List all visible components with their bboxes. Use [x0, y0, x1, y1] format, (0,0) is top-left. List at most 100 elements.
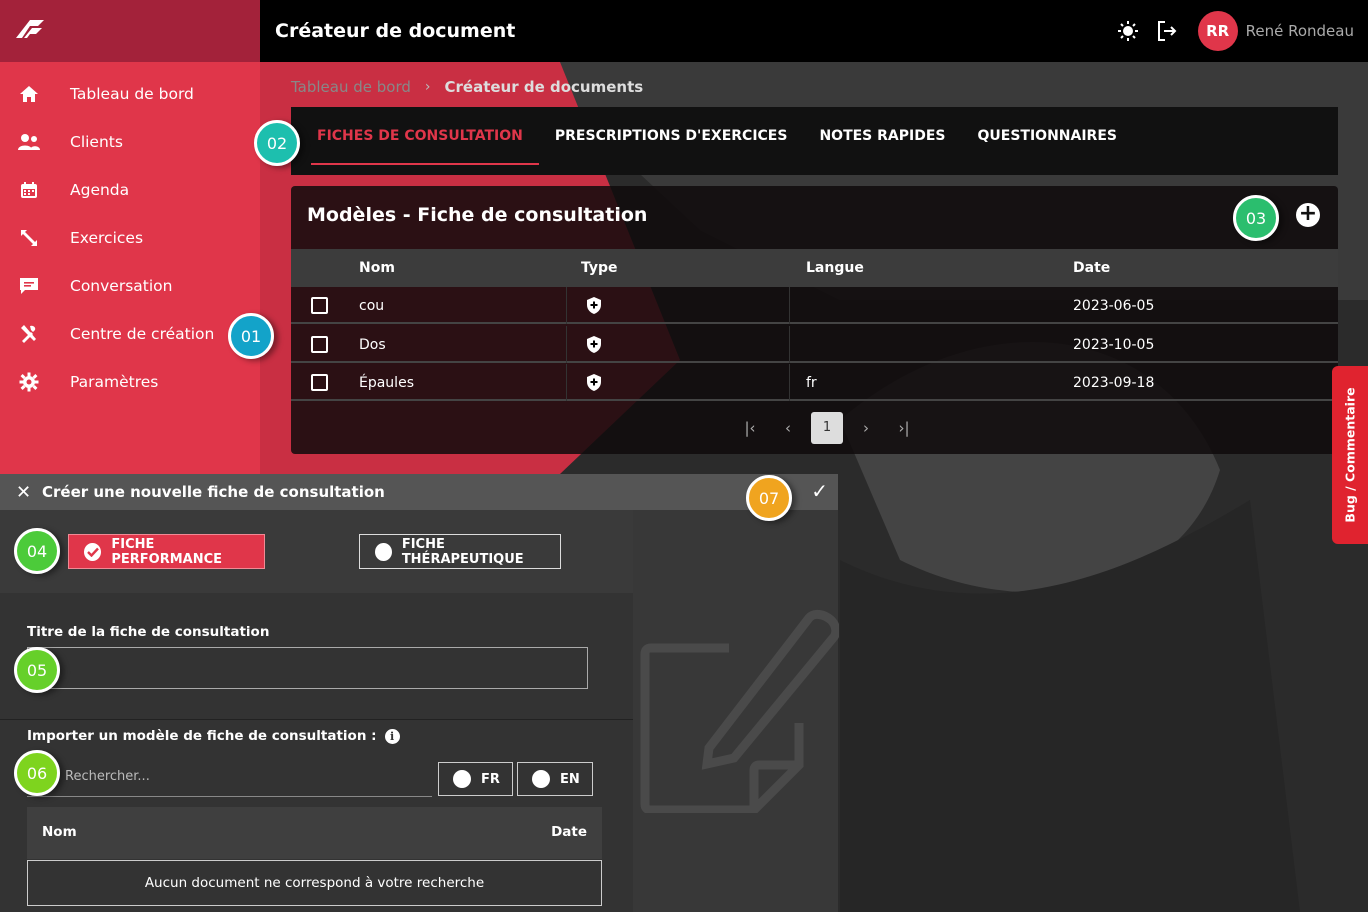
column-divider	[789, 287, 790, 324]
sidebar-item-label: Clients	[70, 133, 123, 151]
column-header-language[interactable]: Langue	[806, 249, 864, 287]
form-side-panel	[633, 510, 839, 912]
first-page-button[interactable]: |‹	[731, 419, 769, 437]
callout-marker-05-label: 05	[14, 647, 60, 693]
table-row[interactable]: Épaules fr 2023-09-18	[291, 364, 1338, 401]
new-form-body: FICHE PERFORMANCE FICHE THÉRAPEUTIQUE Ti…	[0, 510, 633, 912]
page-title: Créateur de document	[275, 20, 516, 42]
sidebar-item-label: Agenda	[70, 181, 130, 199]
row-checkbox[interactable]	[311, 374, 328, 391]
performance-type-label: FICHE PERFORMANCE	[111, 536, 223, 567]
new-form-header: ✕ Créer une nouvelle fiche de consultati…	[0, 474, 838, 510]
table-row[interactable]: cou 2023-06-05	[291, 287, 1338, 324]
row-name: Dos	[359, 337, 386, 353]
current-page-button[interactable]: 1	[811, 412, 843, 444]
title-field-label: Titre de la fiche de consultation	[27, 624, 270, 640]
breadcrumb-dashboard-link[interactable]: Tableau de bord	[291, 78, 411, 96]
callout-marker-06: 06	[14, 750, 60, 796]
breadcrumb: Tableau de bord › Créateur de documents	[291, 74, 643, 100]
sidebar-item-conversation[interactable]: Conversation	[0, 266, 260, 306]
row-date: 2023-10-05	[1073, 337, 1155, 353]
prev-page-button[interactable]: ‹	[769, 419, 807, 437]
edit-document-icon	[640, 609, 839, 813]
column-header-type[interactable]: Type	[581, 249, 618, 287]
avatar[interactable]: RR	[1197, 11, 1238, 51]
confirm-check-icon[interactable]: ✓	[811, 479, 828, 503]
language-en-label: EN	[560, 771, 580, 787]
row-name: cou	[359, 298, 385, 314]
shield-icon	[587, 336, 601, 353]
logout-icon[interactable]	[1155, 19, 1179, 43]
breadcrumb-current: Créateur de documents	[444, 78, 644, 96]
gear-icon	[16, 371, 42, 393]
column-header-name[interactable]: Nom	[359, 249, 395, 287]
topbar-actions: RR René Rondeau	[1116, 0, 1354, 62]
therapeutic-type-label: FICHE THÉRAPEUTIQUE	[401, 536, 524, 567]
next-page-button[interactable]: ›	[847, 419, 885, 437]
language-filter-en[interactable]: EN	[517, 762, 593, 796]
callout-marker-02-label: 02	[254, 120, 300, 166]
callout-marker-01: 01	[228, 313, 274, 359]
section-divider	[0, 719, 633, 720]
sidebar-item-exercises[interactable]: Exercices	[0, 218, 260, 258]
last-page-button[interactable]: ›|	[885, 419, 923, 437]
bug-feedback-tab[interactable]: Bug / Commentaire	[1332, 366, 1368, 544]
performance-type-button[interactable]: FICHE PERFORMANCE	[68, 534, 265, 569]
user-name[interactable]: René Rondeau	[1246, 22, 1354, 40]
import-column-name[interactable]: Nom	[42, 824, 77, 840]
logo-icon[interactable]	[14, 16, 46, 40]
pagination: |‹ ‹ 1 › ›|	[731, 412, 923, 444]
sidebar-item-creation-center[interactable]: Centre de création	[0, 314, 260, 354]
sidebar: Tableau de bord Clients Agenda Exercices…	[0, 62, 260, 474]
templates-panel: Modèles - Fiche de consultation + Nom Ty…	[291, 186, 1338, 454]
column-divider	[566, 364, 567, 401]
theme-toggle-sun-icon[interactable]	[1116, 19, 1140, 43]
language-filter-fr[interactable]: FR	[438, 762, 513, 796]
column-divider	[789, 364, 790, 401]
add-template-button[interactable]: +	[1296, 203, 1320, 227]
tab-consultation-forms[interactable]: FICHES DE CONSULTATION	[301, 107, 539, 165]
sidebar-item-label: Paramètres	[70, 373, 159, 391]
import-column-date[interactable]: Date	[551, 824, 587, 840]
sidebar-item-clients[interactable]: Clients	[0, 122, 260, 162]
row-date: 2023-06-05	[1073, 298, 1155, 314]
title-input[interactable]	[27, 647, 588, 689]
chat-icon	[16, 275, 42, 297]
row-date: 2023-09-18	[1073, 375, 1155, 391]
column-header-date[interactable]: Date	[1073, 249, 1110, 287]
sidebar-item-label: Tableau de bord	[70, 85, 194, 103]
import-label: Importer un modèle de fiche de consultat…	[27, 728, 400, 744]
tab-exercise-prescriptions[interactable]: PRESCRIPTIONS D'EXERCICES	[539, 107, 804, 165]
callout-marker-05: 05	[14, 647, 60, 693]
callout-marker-07: 07	[746, 475, 792, 521]
new-form-title: Créer une nouvelle fiche de consultation	[42, 483, 385, 501]
row-checkbox[interactable]	[311, 336, 328, 353]
row-language: fr	[806, 375, 817, 391]
home-icon	[16, 83, 42, 105]
breadcrumb-separator: ›	[424, 79, 431, 95]
radio-circle-icon	[375, 542, 392, 561]
import-label-text: Importer un modèle de fiche de consultat…	[27, 728, 377, 744]
row-checkbox[interactable]	[311, 297, 328, 314]
calendar-icon	[16, 179, 42, 201]
close-icon[interactable]: ✕	[16, 482, 32, 503]
exercise-icon	[16, 227, 42, 249]
sidebar-item-label: Centre de création	[70, 325, 215, 343]
table-row[interactable]: Dos 2023-10-05	[291, 326, 1338, 363]
topbar: Créateur de document RR René Rondeau	[260, 0, 1368, 62]
sidebar-item-agenda[interactable]: Agenda	[0, 170, 260, 210]
tab-quick-notes[interactable]: NOTES RAPIDES	[803, 107, 961, 165]
sidebar-logo-area	[0, 0, 260, 62]
column-divider	[566, 326, 567, 363]
tab-questionnaires[interactable]: QUESTIONNAIRES	[962, 107, 1133, 165]
therapeutic-type-button[interactable]: FICHE THÉRAPEUTIQUE	[359, 534, 561, 569]
callout-marker-02: 02	[254, 120, 300, 166]
callout-marker-03-label: 03	[1233, 195, 1279, 241]
column-divider	[789, 326, 790, 363]
sidebar-item-label: Conversation	[70, 277, 173, 295]
sidebar-item-dashboard[interactable]: Tableau de bord	[0, 74, 260, 114]
template-search-input[interactable]: Rechercher...	[27, 761, 432, 797]
sidebar-item-settings[interactable]: Paramètres	[0, 362, 260, 402]
column-divider	[566, 287, 567, 324]
info-icon[interactable]: i	[384, 728, 400, 744]
